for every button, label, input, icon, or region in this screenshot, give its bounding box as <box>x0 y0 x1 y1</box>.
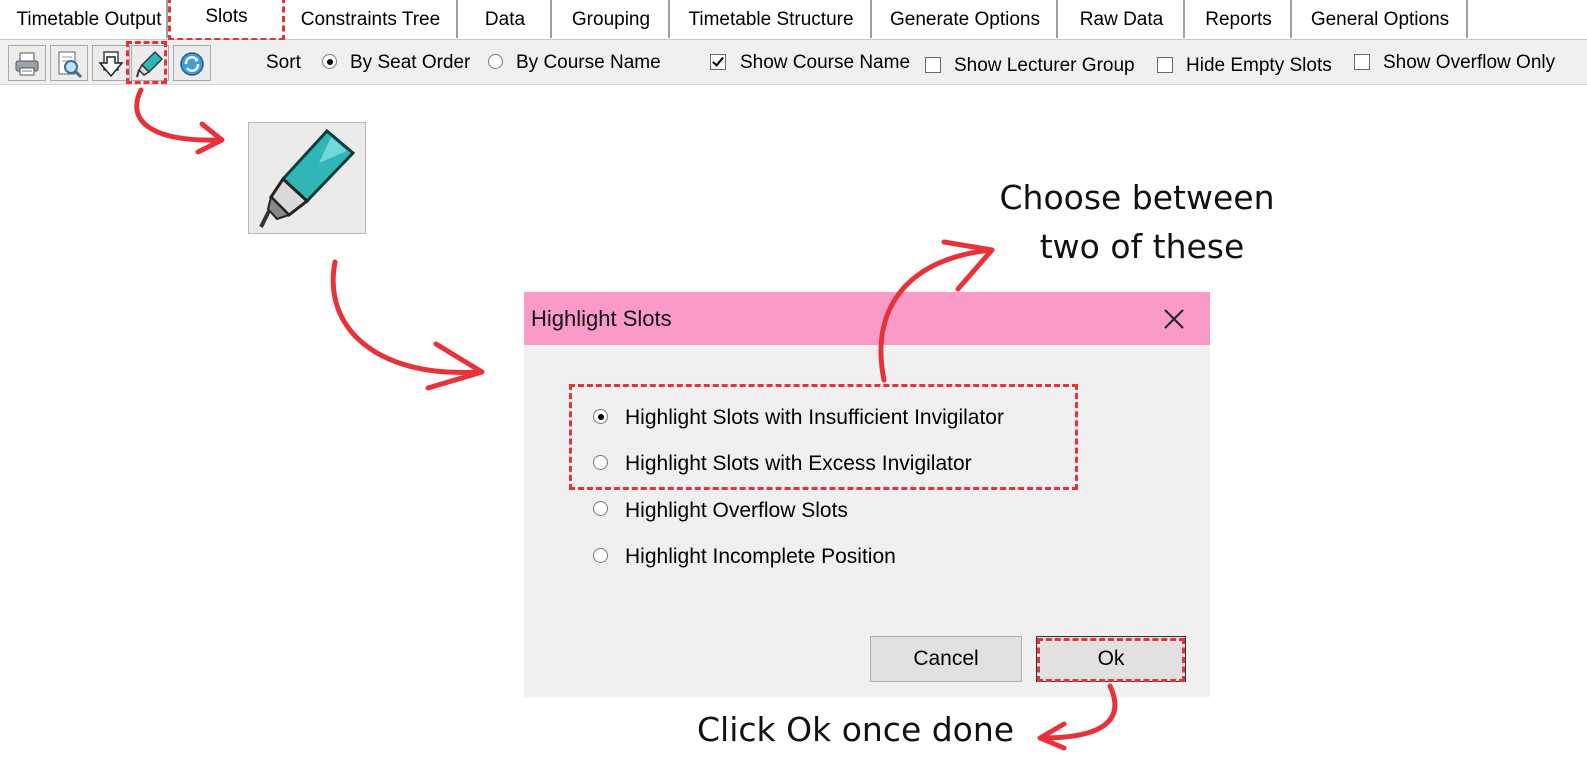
export-icon <box>98 51 124 78</box>
option-overflow-radio[interactable] <box>593 501 608 516</box>
show-overflow-only-label[interactable]: Show Overflow Only <box>1383 52 1555 74</box>
close-icon[interactable] <box>1160 305 1188 333</box>
hide-empty-slots-label[interactable]: Hide Empty Slots <box>1186 55 1332 77</box>
arrowhead-dialog <box>425 341 485 391</box>
ok-note: Click Ok once done <box>697 710 1015 749</box>
hide-empty-slots-checkbox[interactable] <box>1157 57 1173 73</box>
sort-label: Sort <box>266 52 301 73</box>
sort-by-seat-order-radio[interactable] <box>322 54 337 69</box>
print-preview-button[interactable] <box>50 45 88 81</box>
tab-constraints-tree[interactable]: Constraints Tree <box>285 0 458 38</box>
option-overflow-label[interactable]: Highlight Overflow Slots <box>625 499 848 523</box>
cancel-button[interactable]: Cancel <box>870 636 1022 682</box>
print-icon <box>15 52 39 76</box>
arrow-to-dialog <box>330 259 481 375</box>
show-course-name-checkbox[interactable] <box>710 54 726 70</box>
tab-grouping[interactable]: Grouping <box>554 0 670 38</box>
highlight-slots-dialog: Highlight Slots Highlight Slots with Ins… <box>524 292 1210 697</box>
show-lecturer-group-label[interactable]: Show Lecturer Group <box>954 55 1135 77</box>
tab-general-options[interactable]: General Options <box>1294 0 1468 38</box>
show-course-name-label[interactable]: Show Course Name <box>740 52 910 74</box>
enlarged-highlighter-icon <box>248 122 366 234</box>
sort-by-course-name-label[interactable]: By Course Name <box>516 52 661 74</box>
refresh-icon <box>180 52 204 76</box>
arrow-to-enlarged-icon <box>134 87 222 143</box>
tab-generate-options[interactable]: Generate Options <box>874 0 1058 38</box>
dialog-title: Highlight Slots <box>531 306 672 331</box>
sort-by-seat-order-label[interactable]: By Seat Order <box>350 52 470 74</box>
print-preview-icon <box>58 51 83 79</box>
options-highlight-box <box>569 384 1078 490</box>
option-incomplete-label[interactable]: Highlight Incomplete Position <box>625 545 896 569</box>
highlighter-icon <box>259 128 356 228</box>
tab-timetable-structure[interactable]: Timetable Structure <box>672 0 872 38</box>
highlight-button-highlight-box <box>126 41 167 84</box>
arrowhead-choose-note <box>941 239 995 292</box>
sort-by-course-name-radio[interactable] <box>488 54 503 69</box>
tab-data[interactable]: Data <box>460 0 552 38</box>
tab-timetable-output[interactable]: Timetable Output <box>12 0 168 38</box>
arrowhead-ok-note <box>1037 721 1067 751</box>
print-button[interactable] <box>8 45 46 81</box>
option-incomplete-radio[interactable] <box>593 548 608 563</box>
choose-note-line2: two of these <box>1039 227 1245 266</box>
arrowhead-enlarged-icon <box>195 121 225 155</box>
dialog-titlebar: Highlight Slots <box>524 292 1210 345</box>
refresh-button[interactable] <box>173 45 211 81</box>
ok-button-highlight-box <box>1037 638 1185 682</box>
export-button[interactable] <box>92 45 130 81</box>
tab-reports[interactable]: Reports <box>1187 0 1292 38</box>
slots-tab-highlight-box <box>168 0 285 41</box>
show-lecturer-group-checkbox[interactable] <box>925 57 941 73</box>
show-overflow-only-checkbox[interactable] <box>1354 54 1370 70</box>
tab-raw-data[interactable]: Raw Data <box>1060 0 1185 38</box>
choose-note-line1: Choose between <box>999 178 1275 217</box>
